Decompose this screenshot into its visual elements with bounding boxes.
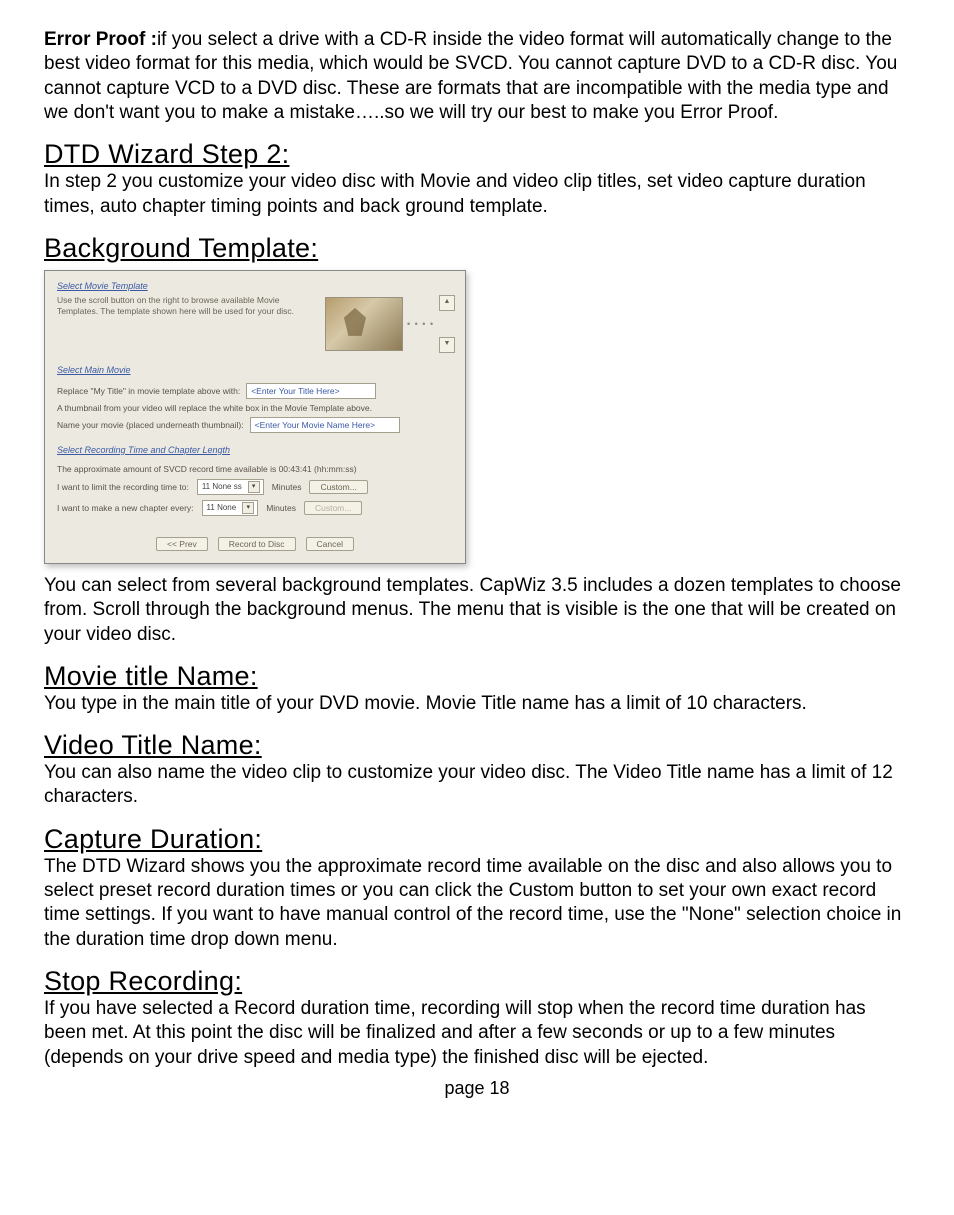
thumbnail-note: A thumbnail from your video will replace… bbox=[57, 403, 372, 413]
template-thumbnail bbox=[325, 297, 403, 351]
chevron-down-icon: ▾ bbox=[242, 502, 254, 514]
chapter-length-unit: Minutes bbox=[266, 503, 296, 513]
heading-movie-title: Movie title Name: bbox=[44, 661, 910, 692]
chapter-length-dropdown[interactable]: 11 None ▾ bbox=[202, 500, 259, 516]
capture-duration-body: The DTD Wizard shows you the approximate… bbox=[44, 855, 910, 952]
template-scroll-hint: Use the scroll button on the right to br… bbox=[57, 295, 315, 316]
error-proof-paragraph: Error Proof :if you select a drive with … bbox=[44, 28, 910, 125]
record-to-disc-button[interactable]: Record to Disc bbox=[218, 537, 296, 551]
thumb-nav-dots: • • • • bbox=[407, 317, 435, 331]
movie-name-label: Name your movie (placed underneath thumb… bbox=[57, 420, 244, 430]
panel-select-recording-time[interactable]: Select Recording Time and Chapter Length bbox=[57, 445, 230, 455]
template-scroll-up[interactable]: ▲ bbox=[439, 295, 455, 311]
error-proof-body: if you select a drive with a CD-R inside… bbox=[44, 29, 897, 123]
recording-time-value: 11 None ss bbox=[202, 482, 242, 491]
stop-recording-body: If you have selected a Record duration t… bbox=[44, 997, 910, 1070]
panel-select-main-movie[interactable]: Select Main Movie bbox=[57, 365, 131, 375]
movie-name-input[interactable]: <Enter Your Movie Name Here> bbox=[250, 417, 400, 433]
heading-video-title: Video Title Name: bbox=[44, 730, 910, 761]
error-proof-lead: Error Proof : bbox=[44, 29, 157, 50]
cancel-button[interactable]: Cancel bbox=[306, 537, 354, 551]
limit-recording-label: I want to limit the recording time to: bbox=[57, 482, 189, 492]
chapter-length-custom-button[interactable]: Custom... bbox=[304, 501, 362, 515]
prev-button[interactable]: << Prev bbox=[156, 537, 208, 551]
recording-time-custom-button[interactable]: Custom... bbox=[309, 480, 367, 494]
chapter-every-label: I want to make a new chapter every: bbox=[57, 503, 194, 513]
page-number: page 18 bbox=[44, 1078, 910, 1099]
step2-body: In step 2 you customize your video disc … bbox=[44, 170, 910, 219]
template-scroll-down[interactable]: ▼ bbox=[439, 337, 455, 353]
available-time-label: The approximate amount of SVCD record ti… bbox=[57, 464, 357, 474]
chevron-down-icon: ▾ bbox=[248, 481, 260, 493]
background-template-body: You can select from several background t… bbox=[44, 574, 910, 647]
heading-capture-duration: Capture Duration: bbox=[44, 824, 910, 855]
heading-step2: DTD Wizard Step 2: bbox=[44, 139, 910, 170]
chapter-length-value: 11 None bbox=[207, 503, 237, 512]
dtd-wizard-dialog: Select Movie Template Use the scroll but… bbox=[44, 270, 466, 564]
heading-stop-recording: Stop Recording: bbox=[44, 966, 910, 997]
video-title-body: You can also name the video clip to cust… bbox=[44, 761, 910, 810]
recording-time-dropdown[interactable]: 11 None ss ▾ bbox=[197, 479, 264, 495]
recording-time-unit: Minutes bbox=[272, 482, 302, 492]
replace-title-label: Replace "My Title" in movie template abo… bbox=[57, 386, 240, 396]
movie-title-body: You type in the main title of your DVD m… bbox=[44, 692, 910, 716]
movie-title-input[interactable]: <Enter Your Title Here> bbox=[246, 383, 376, 399]
heading-background-template: Background Template: bbox=[44, 233, 910, 264]
panel-select-movie-template[interactable]: Select Movie Template bbox=[57, 281, 148, 291]
